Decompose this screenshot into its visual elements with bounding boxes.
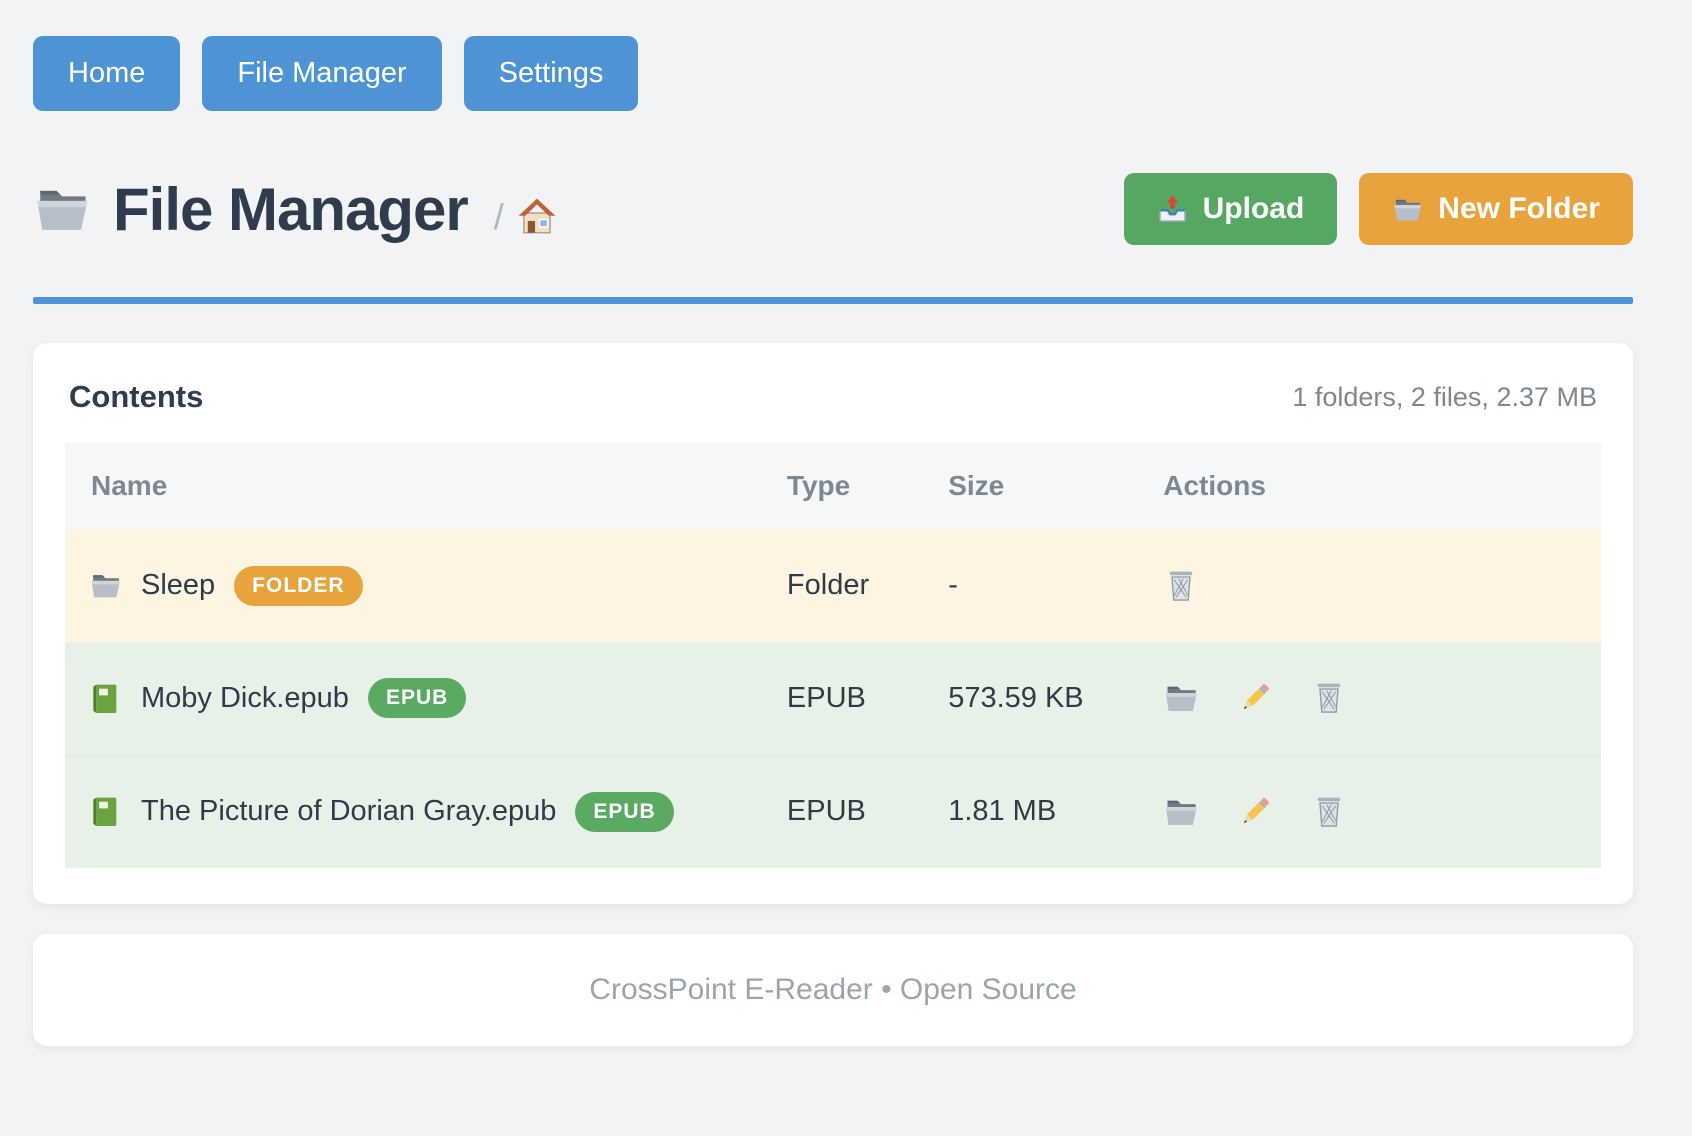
item-name[interactable]: Sleep — [141, 569, 215, 602]
upload-button[interactable]: Upload — [1124, 173, 1338, 245]
epub-badge: EPUB — [368, 678, 466, 718]
item-size: 1.81 MB — [948, 755, 1163, 868]
footer-card: CrossPoint E-Reader • Open Source — [33, 934, 1633, 1046]
page-header: File Manager / Upload New Folder — [33, 173, 1633, 245]
table-row: Sleep FOLDER Folder - — [65, 529, 1601, 642]
green-book-icon — [89, 682, 122, 715]
header-buttons: Upload New Folder — [1124, 173, 1633, 245]
page-title: File Manager — [113, 175, 468, 244]
column-header-type: Type — [787, 443, 948, 529]
item-type: EPUB — [787, 642, 948, 755]
trash-icon[interactable] — [1311, 680, 1347, 716]
item-size: - — [948, 529, 1163, 642]
upload-button-label: Upload — [1203, 192, 1305, 226]
item-size: 573.59 KB — [948, 642, 1163, 755]
nav-button-settings[interactable]: Settings — [464, 36, 639, 111]
item-name: The Picture of Dorian Gray.epub — [141, 795, 556, 828]
epub-badge: EPUB — [575, 792, 673, 832]
pencil-icon[interactable] — [1237, 680, 1273, 716]
item-type: Folder — [787, 529, 948, 642]
title-divider — [33, 297, 1633, 304]
folder-icon[interactable] — [1163, 680, 1199, 716]
contents-summary: 1 folders, 2 files, 2.37 MB — [1292, 382, 1597, 413]
nav-button-home[interactable]: Home — [33, 36, 180, 111]
item-name: Moby Dick.epub — [141, 682, 349, 715]
page: Home File Manager Settings File Manager … — [0, 0, 1692, 1046]
table-row: Moby Dick.epub EPUB EPUB 573.59 KB — [65, 642, 1601, 755]
column-header-name: Name — [65, 443, 787, 529]
column-header-actions: Actions — [1163, 443, 1601, 529]
new-folder-button[interactable]: New Folder — [1359, 173, 1633, 245]
column-header-size: Size — [948, 443, 1163, 529]
folder-icon[interactable] — [1163, 794, 1199, 830]
contents-header: Contents 1 folders, 2 files, 2.37 MB — [65, 377, 1601, 443]
top-nav: Home File Manager Settings — [33, 36, 1633, 111]
contents-table: Name Type Size Actions Sleep FOLDER — [65, 443, 1601, 868]
trash-icon[interactable] — [1311, 794, 1347, 830]
table-header-row: Name Type Size Actions — [65, 443, 1601, 529]
house-icon[interactable] — [516, 196, 558, 238]
breadcrumb: / — [494, 196, 558, 238]
new-folder-button-label: New Folder — [1438, 192, 1600, 226]
breadcrumb-separator: / — [494, 196, 504, 238]
footer-text: CrossPoint E-Reader • Open Source — [589, 973, 1076, 1006]
title-group: File Manager / — [33, 175, 558, 244]
folder-badge: FOLDER — [234, 566, 362, 606]
nav-button-file-manager[interactable]: File Manager — [202, 36, 441, 111]
folder-icon — [1392, 194, 1423, 225]
pencil-icon[interactable] — [1237, 794, 1273, 830]
contents-title: Contents — [69, 379, 203, 415]
green-book-icon — [89, 795, 122, 828]
folder-icon — [89, 569, 122, 602]
item-type: EPUB — [787, 755, 948, 868]
trash-icon[interactable] — [1163, 568, 1199, 604]
table-row: The Picture of Dorian Gray.epub EPUB EPU… — [65, 755, 1601, 868]
upload-tray-icon — [1157, 194, 1188, 225]
contents-card: Contents 1 folders, 2 files, 2.37 MB Nam… — [33, 343, 1633, 904]
folder-icon — [33, 180, 91, 238]
